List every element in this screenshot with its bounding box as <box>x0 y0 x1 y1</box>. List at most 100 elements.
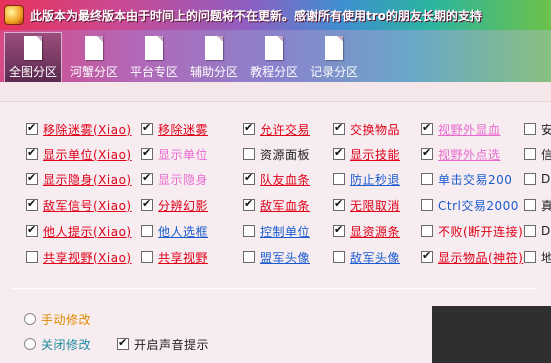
manual-mode-radio[interactable]: 手动修改 <box>24 310 91 328</box>
option-checkbox[interactable]: 显示单位(Xiao) <box>26 145 132 163</box>
option-checkbox[interactable]: 敌军血条 <box>243 196 310 214</box>
option-label: 视野外点选 <box>438 147 501 162</box>
checkbox-icon <box>141 225 153 237</box>
sound-alert-checkbox[interactable]: 开启声音提示 <box>117 335 209 353</box>
option-label: 显示隐身(Xiao) <box>43 172 132 187</box>
option-checkbox[interactable]: 单击交易200 <box>421 170 512 188</box>
option-label: 交换物品 <box>350 122 401 137</box>
checkbox-icon <box>141 197 153 211</box>
checkbox-icon <box>524 251 536 263</box>
option-checkbox[interactable]: Do <box>524 222 551 240</box>
option-checkbox[interactable]: 视野外点选 <box>421 145 501 163</box>
option-label: 视野外显血 <box>438 122 501 137</box>
option-checkbox[interactable]: 盟军头像 <box>243 248 310 266</box>
option-label: Ctrl交易2000 <box>438 198 519 213</box>
option-checkbox[interactable]: 允许交易 <box>243 120 310 138</box>
option-checkbox[interactable]: Do <box>524 170 551 188</box>
tab-assist[interactable]: 辅助分区 <box>186 32 242 82</box>
option-checkbox[interactable]: 视野外显血 <box>421 120 501 138</box>
checkbox-icon <box>243 251 255 263</box>
tab-tutorial[interactable]: 教程分区 <box>246 32 302 82</box>
option-label: 他人选框 <box>158 224 209 239</box>
sound-alert-label: 开启声音提示 <box>134 337 210 352</box>
checkbox-icon <box>524 225 536 237</box>
option-checkbox[interactable]: Ctrl交易2000 <box>421 196 519 214</box>
option-checkbox[interactable]: 资源面板 <box>243 145 310 163</box>
checkbox-icon <box>26 251 38 263</box>
checkbox-icon <box>26 197 38 211</box>
option-checkbox[interactable]: 不败(断开连接) <box>421 222 523 240</box>
option-label: 移除迷雾(Xiao) <box>43 122 132 137</box>
app-icon <box>4 5 24 25</box>
option-checkbox[interactable]: 控制单位 <box>243 222 310 240</box>
radio-icon <box>24 313 36 325</box>
checkbox-icon <box>524 148 536 160</box>
checkbox-icon <box>421 249 433 263</box>
option-label: 显示隐身 <box>158 172 209 187</box>
tab-full-map[interactable]: 全图分区 <box>4 32 63 82</box>
option-checkbox[interactable]: 分辨幻影 <box>141 196 208 214</box>
checkbox-icon <box>333 121 345 135</box>
option-checkbox[interactable]: 共享视野 <box>141 248 208 266</box>
option-label: 单击交易200 <box>438 172 513 187</box>
option-checkbox[interactable]: 他人选框 <box>141 222 208 240</box>
manual-mode-label: 手动修改 <box>41 312 92 327</box>
tab-label: 辅助分区 <box>190 65 239 79</box>
checkbox-icon <box>333 197 345 211</box>
option-checkbox[interactable]: 防止秒退 <box>333 170 400 188</box>
option-label: 敌军信号(Xiao) <box>43 198 132 213</box>
option-checkbox[interactable]: 队友血条 <box>243 170 310 188</box>
option-label: 队友血条 <box>260 172 311 187</box>
option-checkbox[interactable]: 交换物品 <box>333 120 400 138</box>
checkbox-icon <box>117 336 129 350</box>
tab-label: 教程分区 <box>250 65 299 79</box>
option-label: 允许交易 <box>260 122 311 137</box>
option-label: 资源面板 <box>260 147 311 162</box>
checkbox-icon <box>421 173 433 185</box>
tab-label: 河蟹分区 <box>70 65 119 79</box>
checkbox-icon <box>26 146 38 160</box>
tab-records[interactable]: 记录分区 <box>306 32 362 82</box>
option-label: 分辨幻影 <box>158 198 209 213</box>
checkbox-icon <box>243 171 255 185</box>
option-checkbox[interactable]: 移除迷雾(Xiao) <box>26 120 132 138</box>
option-checkbox[interactable]: 显资源条 <box>333 222 400 240</box>
checkbox-icon <box>333 223 345 237</box>
option-label: 共享视野(Xiao) <box>43 250 132 265</box>
option-label: 显示单位 <box>158 147 209 162</box>
tab-label: 记录分区 <box>310 65 359 79</box>
option-label: 安 <box>541 122 551 137</box>
option-checkbox[interactable]: 共享视野(Xiao) <box>26 248 132 266</box>
option-label: 防止秒退 <box>350 172 401 187</box>
checkbox-icon <box>243 148 255 160</box>
option-checkbox[interactable]: 真 <box>524 196 551 214</box>
option-label: 他人提示(Xiao) <box>43 224 132 239</box>
option-checkbox[interactable]: 显示隐身(Xiao) <box>26 170 132 188</box>
option-label: 信 <box>541 147 551 162</box>
checkbox-icon <box>333 146 345 160</box>
option-checkbox[interactable]: 显示单位 <box>141 145 208 163</box>
option-label: 敌军头像 <box>350 250 401 265</box>
tab-harmony[interactable]: 河蟹分区 <box>66 32 122 82</box>
option-checkbox[interactable]: 信 <box>524 145 551 163</box>
checkbox-icon <box>141 121 153 135</box>
option-label: 真 <box>541 198 551 213</box>
option-label: 显资源条 <box>350 224 401 239</box>
disable-mode-radio[interactable]: 关闭修改 <box>24 335 91 353</box>
tab-platform[interactable]: 平台专区 <box>126 32 182 82</box>
checkbox-icon <box>333 173 345 185</box>
option-checkbox[interactable]: 敌军信号(Xiao) <box>26 196 132 214</box>
checkbox-icon <box>333 251 345 263</box>
option-checkbox[interactable]: 显示物品(神符) <box>421 248 523 266</box>
option-checkbox[interactable]: 他人提示(Xiao) <box>26 222 132 240</box>
option-label: 控制单位 <box>260 224 311 239</box>
option-checkbox[interactable]: 显示技能 <box>333 145 400 163</box>
option-checkbox[interactable]: 无限取消 <box>333 196 400 214</box>
disable-mode-label: 关闭修改 <box>41 337 92 352</box>
option-checkbox[interactable]: 移除迷雾 <box>141 120 208 138</box>
option-checkbox[interactable]: 地 <box>524 248 551 266</box>
option-checkbox[interactable]: 敌军头像 <box>333 248 400 266</box>
checkbox-icon <box>141 171 153 185</box>
option-checkbox[interactable]: 安 <box>524 120 551 138</box>
option-checkbox[interactable]: 显示隐身 <box>141 170 208 188</box>
